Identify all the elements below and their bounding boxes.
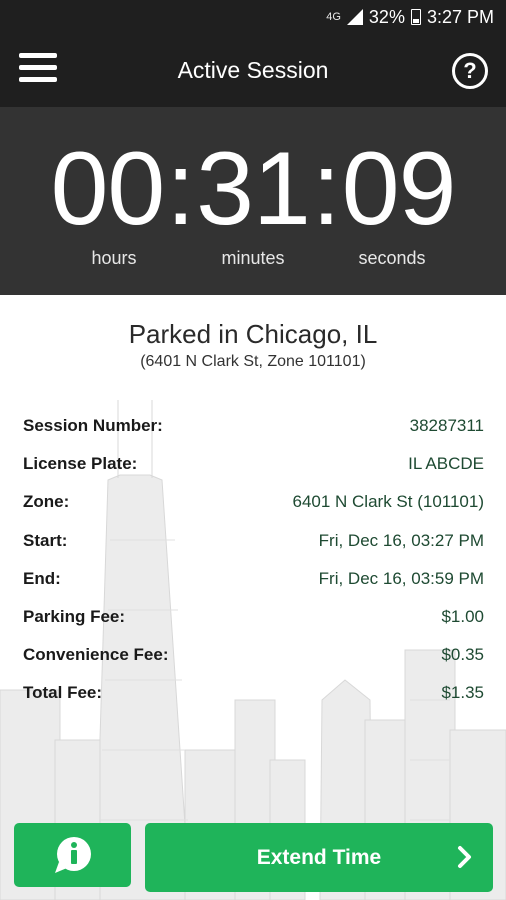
detail-label: Parking Fee:	[23, 606, 126, 626]
help-circle-icon[interactable]: ?	[452, 53, 488, 89]
signal-icon	[346, 9, 363, 25]
detail-row-end: End: Fri, Dec 16, 03:59 PM	[23, 569, 484, 607]
seconds-label: seconds	[358, 248, 426, 268]
detail-value: 6401 N Clark St (101101)	[292, 492, 484, 512]
detail-row-start: Start: Fri, Dec 16, 03:27 PM	[23, 531, 484, 569]
hamburger-menu-icon[interactable]	[19, 53, 57, 87]
timer-hours: 00	[50, 131, 166, 247]
detail-row-license-plate: License Plate: IL ABCDE	[23, 454, 484, 492]
battery-icon	[410, 9, 421, 25]
detail-value: $1.35	[441, 683, 484, 703]
detail-row-total-fee: Total Fee: $1.35	[23, 683, 484, 721]
minutes-label: minutes	[221, 248, 285, 268]
detail-row-convenience-fee: Convenience Fee: $0.35	[23, 645, 484, 683]
detail-label: Convenience Fee:	[23, 645, 169, 665]
session-details-panel: Parked in Chicago, IL (6401 N Clark St, …	[0, 295, 506, 900]
detail-value: Fri, Dec 16, 03:59 PM	[318, 568, 484, 588]
location-title: Parked in Chicago, IL	[128, 319, 378, 349]
timer-seconds: 09	[341, 131, 457, 247]
detail-value: Fri, Dec 16, 03:27 PM	[318, 530, 484, 550]
detail-row-parking-fee: Parking Fee: $1.00	[23, 607, 484, 645]
network-indicator: 4G	[326, 11, 341, 23]
hours-label: hours	[91, 248, 137, 268]
clock: 3:27 PM	[426, 6, 494, 27]
chevron-right-icon	[458, 846, 471, 868]
detail-label: Zone:	[23, 492, 70, 512]
session-details-list: Session Number: 38287311 License Plate: …	[23, 416, 484, 722]
status-bar: 4G 32% 3:27 PM	[0, 0, 506, 34]
detail-label: Session Number:	[23, 416, 163, 435]
page-title: Active Session	[177, 57, 329, 83]
help-glyph: ?	[463, 58, 477, 83]
detail-value: IL ABCDE	[408, 454, 484, 474]
detail-label: Total Fee:	[23, 683, 103, 703]
timer-separator: :	[311, 131, 341, 247]
detail-row-session-number: Session Number: 38287311	[23, 416, 484, 454]
location-address: (6401 N Clark St, Zone 101101)	[140, 353, 366, 370]
detail-label: Start:	[23, 530, 68, 550]
detail-label: License Plate:	[23, 454, 138, 474]
timer-separator: :	[166, 131, 195, 247]
extend-time-label: Extend Time	[256, 845, 382, 869]
info-button[interactable]	[14, 823, 131, 887]
app-bar: Active Session ?	[0, 34, 506, 107]
detail-value: 38287311	[409, 416, 484, 435]
info-chat-icon	[54, 837, 91, 873]
detail-label: End:	[23, 568, 61, 588]
timer-minutes: 31	[196, 131, 311, 247]
timer-panel: 00 : 31 : 09 hours minutes seconds	[0, 107, 506, 295]
countdown-timer: 00 : 31 : 09	[0, 137, 506, 241]
detail-value: $1.00	[441, 606, 484, 626]
battery-percent: 32%	[368, 6, 405, 27]
detail-row-zone: Zone: 6401 N Clark St (101101)	[23, 492, 484, 530]
extend-time-button[interactable]: Extend Time	[145, 823, 493, 892]
detail-value: $0.35	[441, 645, 484, 665]
